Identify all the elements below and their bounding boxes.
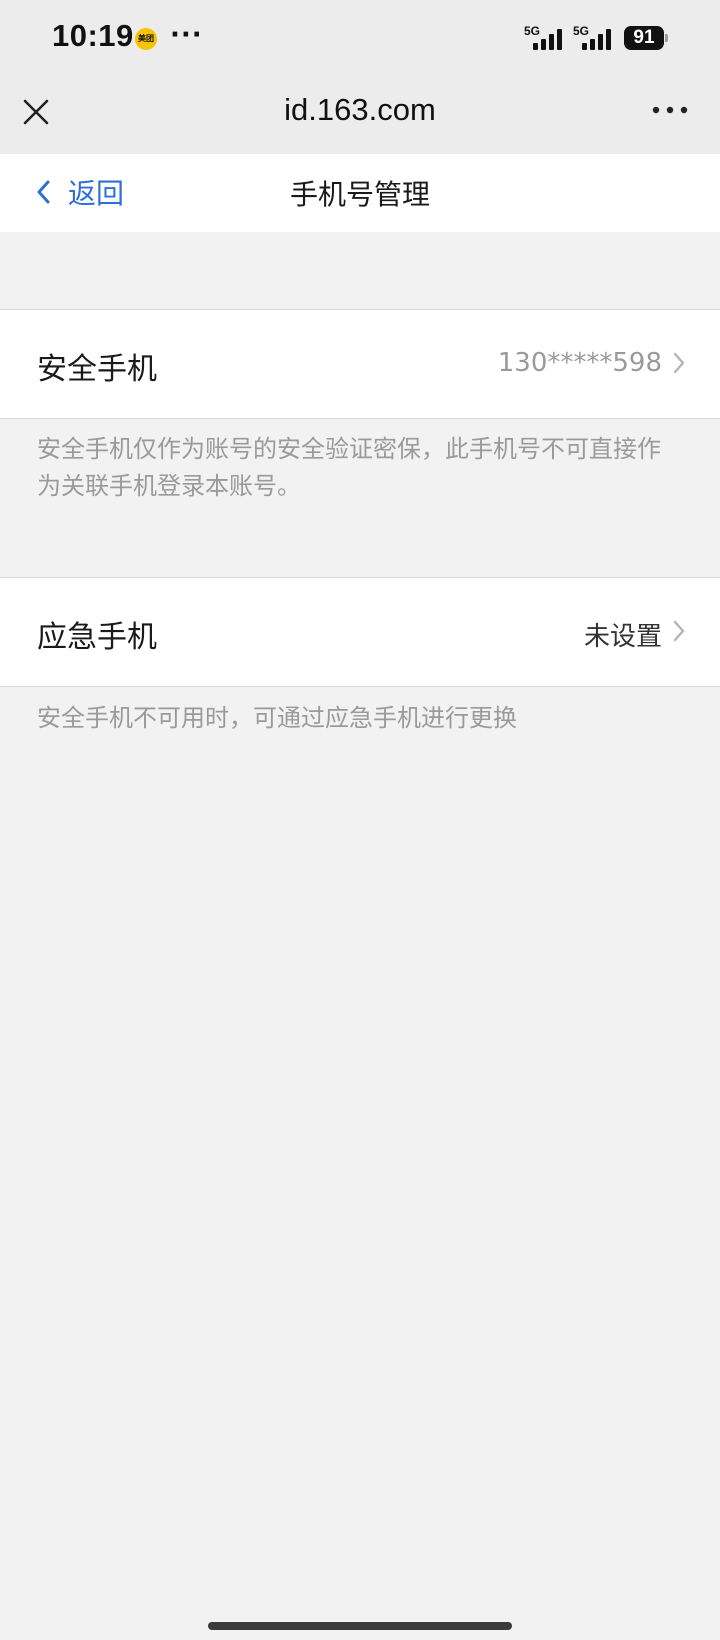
signal-sim2-icon: 5G — [573, 24, 617, 50]
browser-header: id.163.com — [0, 78, 720, 154]
app-notification-icon: 美团 — [135, 28, 157, 50]
back-label: 返回 — [68, 177, 125, 210]
status-bar: 10:19 美团 ··· 5G 5G 91 — [0, 0, 720, 78]
status-more-icon: ··· — [170, 20, 203, 50]
emergency-phone-label: 应急手机 — [37, 620, 157, 655]
chevron-right-icon — [673, 352, 685, 374]
section-divider — [0, 686, 720, 687]
battery-icon: 91 — [624, 26, 664, 50]
security-phone-row[interactable]: 安全手机 130*****598 — [0, 310, 720, 418]
signal-sim1-icon: 5G — [524, 24, 568, 50]
section-divider — [0, 418, 720, 419]
security-phone-value: 130*****598 — [497, 348, 662, 378]
chevron-right-icon — [673, 620, 685, 642]
emergency-phone-row[interactable]: 应急手机 未设置 — [0, 578, 720, 686]
status-time: 10:19 — [52, 18, 134, 53]
close-icon[interactable] — [20, 96, 52, 128]
battery-tip — [665, 34, 668, 42]
security-phone-hint: 安全手机仅作为账号的安全验证密保，此手机号不可直接作为关联手机登录本账号。 — [37, 435, 661, 500]
home-indicator[interactable] — [208, 1622, 512, 1630]
chevron-left-icon — [37, 180, 50, 204]
emergency-phone-value: 未设置 — [583, 622, 662, 652]
page-title: 手机号管理 — [289, 178, 430, 211]
sim1-network-label: 5G — [524, 24, 541, 38]
browser-url-title: id.163.com — [284, 92, 436, 127]
emergency-phone-hint: 安全手机不可用时，可通过应急手机进行更换 — [37, 704, 517, 732]
phone-screen: 10:19 美团 ··· 5G 5G 91 id.163.com 返回 手机号管… — [0, 0, 720, 1640]
back-button[interactable]: 返回 — [34, 172, 124, 212]
page-nav-bar: 返回 手机号管理 — [0, 154, 720, 232]
more-horizontal-icon[interactable] — [650, 104, 690, 116]
sim2-network-label: 5G — [573, 24, 590, 38]
security-phone-label: 安全手机 — [37, 352, 157, 387]
